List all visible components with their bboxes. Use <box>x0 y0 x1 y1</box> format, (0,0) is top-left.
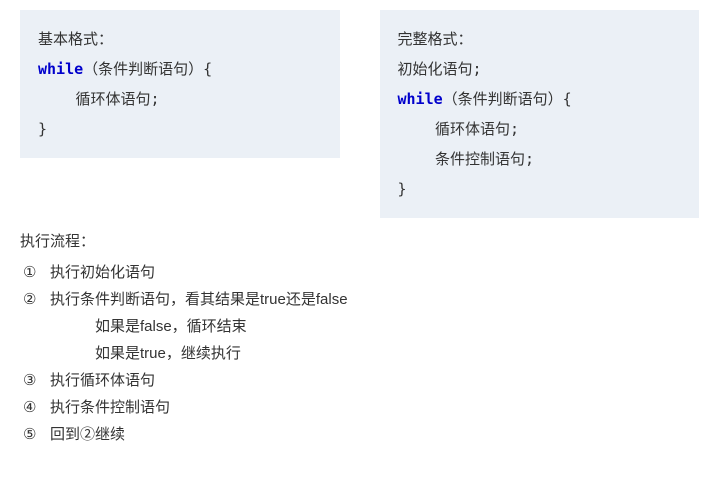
basic-format-box: 基本格式： while（条件判断语句）{ 循环体语句; } <box>20 10 340 158</box>
while-keyword: while <box>398 90 443 108</box>
basic-line3: } <box>38 114 322 144</box>
step-3: ③执行循环体语句 <box>20 367 699 394</box>
full-title: 完整格式： <box>398 24 682 54</box>
step-2: ②执行条件判断语句，看其结果是true还是false <box>20 286 699 313</box>
full-line4: 条件控制语句; <box>398 144 682 174</box>
step-1-num: ① <box>23 259 50 286</box>
full-format-box: 完整格式： 初始化语句; while（条件判断语句）{ 循环体语句; 条件控制语… <box>380 10 700 218</box>
step-2-text: 执行条件判断语句，看其结果是true还是false <box>50 291 348 308</box>
step-3-num: ③ <box>23 367 50 394</box>
step-5-num: ⑤ <box>23 421 50 448</box>
full-line2-rest: （条件判断语句）{ <box>443 90 572 108</box>
basic-line1: while（条件判断语句）{ <box>38 54 322 84</box>
full-line2: while（条件判断语句）{ <box>398 84 682 114</box>
basic-title: 基本格式： <box>38 24 322 54</box>
step-2-num: ② <box>23 286 50 313</box>
step-1-text: 执行初始化语句 <box>50 264 155 281</box>
step-1: ①执行初始化语句 <box>20 259 699 286</box>
full-line3: 循环体语句; <box>398 114 682 144</box>
full-line1: 初始化语句; <box>398 54 682 84</box>
code-boxes-row: 基本格式： while（条件判断语句）{ 循环体语句; } 完整格式： 初始化语… <box>20 10 699 218</box>
step-4: ④执行条件控制语句 <box>20 394 699 421</box>
flow-title: 执行流程： <box>20 228 699 255</box>
step-5-text: 回到②继续 <box>50 426 125 443</box>
full-line5: } <box>398 174 682 204</box>
basic-line2: 循环体语句; <box>38 84 322 114</box>
step-2a: 如果是false，循环结束 <box>20 313 699 340</box>
step-3-text: 执行循环体语句 <box>50 372 155 389</box>
step-2b: 如果是true，继续执行 <box>20 340 699 367</box>
step-4-text: 执行条件控制语句 <box>50 399 170 416</box>
step-4-num: ④ <box>23 394 50 421</box>
while-keyword: while <box>38 60 83 78</box>
step-5: ⑤回到②继续 <box>20 421 699 448</box>
execution-flow: 执行流程： ①执行初始化语句 ②执行条件判断语句，看其结果是true还是fals… <box>20 228 699 448</box>
basic-line1-rest: （条件判断语句）{ <box>83 60 212 78</box>
